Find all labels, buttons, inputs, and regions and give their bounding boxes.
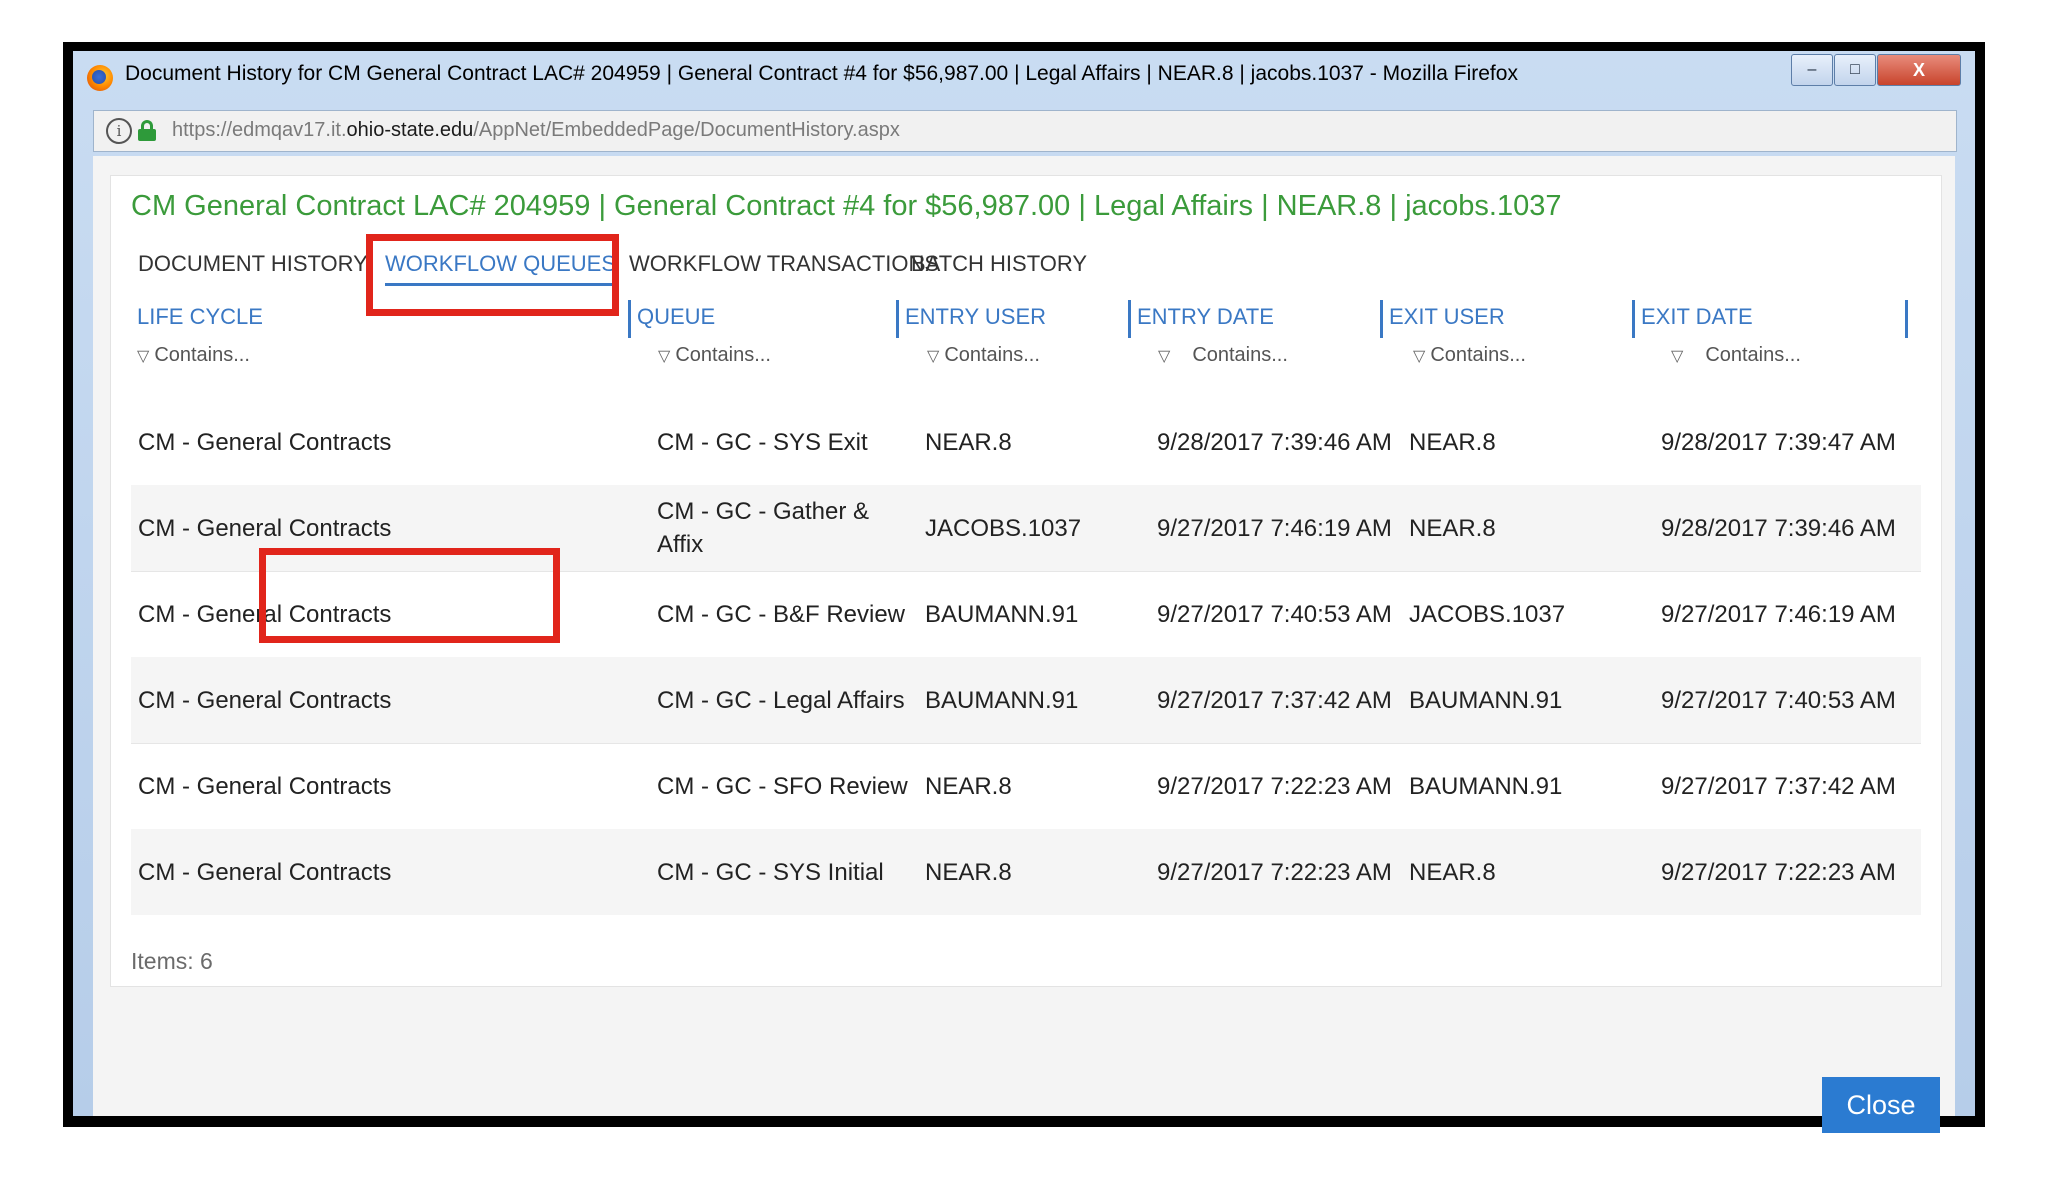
cell-entry-user: JACOBS.1037 [925,514,1082,542]
cell-entry-date: 9/28/2017 7:39:46 AM [1157,428,1392,456]
filter-icon[interactable]: ▽ [1671,346,1683,366]
close-button[interactable]: Close [1822,1077,1940,1133]
tab-batch-history[interactable]: BATCH HISTORY [911,251,1087,277]
filter-icon[interactable]: ▽ [1158,346,1170,366]
highlight-box-cell [259,548,560,643]
cell-entry-user: BAUMANN.91 [925,686,1079,714]
info-icon[interactable]: i [106,118,132,144]
filter-icon[interactable]: ▽ [137,346,149,366]
cell-entry-user: NEAR.8 [925,428,1012,456]
column-header-exit-date[interactable]: EXIT DATE [1641,304,1753,330]
document-title: CM General Contract LAC# 204959 | Genera… [131,190,1562,222]
cell-exit-date: 9/27/2017 7:22:23 AM [1661,858,1896,886]
cell-entry-user: NEAR.8 [925,858,1012,886]
cell-life-cycle: CM - General Contracts [138,428,392,456]
cell-entry-user: BAUMANN.91 [925,600,1079,628]
cell-exit-user: NEAR.8 [1409,428,1496,456]
minimize-button[interactable]: – [1791,54,1833,86]
filter-exit-user[interactable]: ▽ Contains... [1413,344,1526,367]
url-text[interactable]: https://edmqav17.it.ohio-state.edu/AppNe… [172,119,900,142]
cell-exit-date: 9/28/2017 7:39:47 AM [1661,428,1896,456]
table-row[interactable]: CM - General Contracts CM - GC - SFO Rev… [131,743,1921,830]
filter-queue[interactable]: ▽ Contains... [658,344,771,367]
items-count: Items: 6 [131,948,213,974]
cell-queue: CM - GC - Gather & Affix [657,498,870,558]
filter-entry-user[interactable]: ▽ Contains... [927,344,1040,367]
cell-queue: CM - GC - SFO Review [657,772,908,800]
column-separator[interactable] [1128,300,1131,338]
cell-exit-user: BAUMANN.91 [1409,686,1563,714]
cell-entry-date: 9/27/2017 7:40:53 AM [1157,600,1392,628]
column-header-exit-user[interactable]: EXIT USER [1389,304,1505,330]
url-bar[interactable]: i https://edmqav17.it.ohio-state.edu/App… [93,110,1957,152]
cell-exit-user: NEAR.8 [1409,858,1496,886]
column-header-entry-date[interactable]: ENTRY DATE [1137,304,1274,330]
filter-life-cycle[interactable]: ▽ Contains... [137,344,250,367]
cell-exit-user: JACOBS.1037 [1409,600,1566,628]
cell-queue: CM - GC - Legal Affairs [657,686,905,714]
cell-queue: CM - GC - B&F Review [657,600,906,628]
filter-icon[interactable]: ▽ [1413,346,1425,366]
cell-exit-date: 9/27/2017 7:46:19 AM [1661,600,1896,628]
cell-exit-date: 9/28/2017 7:39:46 AM [1661,514,1896,542]
table-row[interactable]: CM - General Contracts CM - GC - SYS Ini… [131,829,1921,915]
cell-queue: CM - GC - SYS Exit [657,428,868,456]
table-row[interactable]: CM - General Contracts CM - GC - SYS Exi… [131,399,1921,486]
cell-exit-user: BAUMANN.91 [1409,772,1563,800]
cell-entry-user: NEAR.8 [925,772,1012,800]
cell-exit-user: NEAR.8 [1409,514,1496,542]
highlight-box-tab [366,234,619,316]
close-window-button[interactable]: X [1877,54,1961,86]
column-header-life-cycle[interactable]: LIFE CYCLE [137,304,263,330]
cell-entry-date: 9/27/2017 7:46:19 AM [1157,514,1392,542]
cell-queue: CM - GC - SYS Initial [657,858,884,886]
column-separator[interactable] [628,300,631,338]
column-separator[interactable] [1905,300,1908,338]
column-header-queue[interactable]: QUEUE [637,304,715,330]
tab-document-history[interactable]: DOCUMENT HISTORY [138,251,368,277]
filter-icon[interactable]: ▽ [658,346,670,366]
window-title: Document History for CM General Contract… [125,62,1518,85]
lock-icon[interactable] [138,120,156,141]
firefox-icon [87,65,113,91]
filter-icon[interactable]: ▽ [927,346,939,366]
column-separator[interactable] [896,300,899,338]
column-header-entry-user[interactable]: ENTRY USER [905,304,1046,330]
cell-entry-date: 9/27/2017 7:22:23 AM [1157,858,1392,886]
cell-exit-date: 9/27/2017 7:37:42 AM [1661,772,1896,800]
cell-exit-date: 9/27/2017 7:40:53 AM [1661,686,1896,714]
cell-life-cycle: CM - General Contracts [138,772,392,800]
cell-entry-date: 9/27/2017 7:37:42 AM [1157,686,1392,714]
cell-life-cycle: CM - General Contracts [138,858,392,886]
cell-entry-date: 9/27/2017 7:22:23 AM [1157,772,1392,800]
maximize-button[interactable]: □ [1834,54,1876,86]
title-bar: Document History for CM General Contract… [73,51,1975,101]
cell-life-cycle: CM - General Contracts [138,686,392,714]
window-controls: – □ X [1790,54,1961,86]
column-separator[interactable] [1632,300,1635,338]
tab-workflow-transactions[interactable]: WORKFLOW TRANSACTIONS [629,251,939,277]
filter-exit-date[interactable]: ▽ Contains... [1671,344,1801,367]
column-separator[interactable] [1380,300,1383,338]
table-row[interactable]: CM - General Contracts CM - GC - Legal A… [131,657,1921,744]
url-domain: ohio-state.edu [346,119,474,141]
filter-entry-date[interactable]: ▽ Contains... [1158,344,1288,367]
